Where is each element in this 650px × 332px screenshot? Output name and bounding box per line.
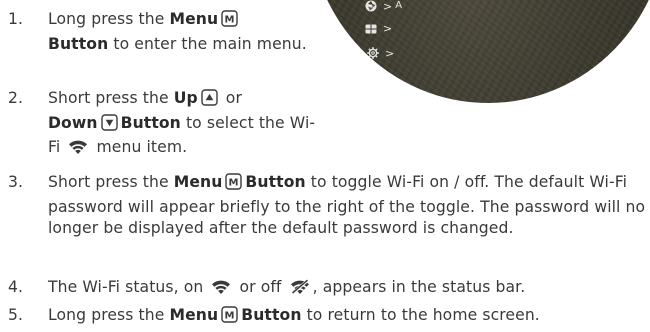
step-number: 5. (8, 306, 24, 324)
step-4: 4. The Wi-Fi status, on or off , appears… (8, 277, 648, 302)
menu-value: A (395, 0, 403, 11)
aperture-icon (365, 0, 377, 12)
menu-chevron: > (385, 46, 395, 60)
wifi-icon (68, 139, 88, 162)
svg-text:M: M (225, 311, 235, 322)
step-text: The Wi-Fi status, on or off , appears in… (48, 277, 648, 302)
up-button-icon (201, 89, 218, 113)
step-text: Long press the Menu M Button to enter the … (48, 10, 307, 53)
wifi-off-icon (290, 278, 310, 302)
step-number: 2. (8, 89, 24, 107)
menu-row-settings: > (367, 47, 394, 59)
svg-text:M: M (225, 15, 235, 26)
grid-icon (365, 24, 377, 34)
down-button-icon (100, 113, 118, 138)
step-number: 3. (8, 173, 24, 191)
step-2: 2. Short press the Up or Down Button to s… (8, 88, 318, 162)
menu-button-icon: M (221, 306, 238, 330)
menu-row-aperture: > A (365, 0, 402, 12)
svg-text:M: M (229, 178, 239, 189)
menu-button-icon: M (221, 10, 238, 34)
menu-row-grid: > (365, 23, 392, 34)
step-1: 1. Long press the Menu M Button to enter t… (8, 9, 308, 55)
wifi-icon (211, 279, 231, 302)
menu-button-icon: M (225, 173, 243, 197)
step-3: 3. Short press the Menu M Button to toggle… (8, 172, 648, 240)
device-screen-preview: > A > > (309, 0, 650, 103)
step-number: 1. (8, 10, 24, 28)
step-text: Short press the Up or Down Button to sele… (48, 88, 318, 162)
step-text: Long press the Menu M Button to return to … (48, 305, 648, 330)
step-5: 5. Long press the Menu M Button to return … (8, 305, 648, 330)
menu-chevron: > (383, 0, 393, 13)
settings-gear-icon (367, 47, 379, 59)
step-number: 4. (8, 278, 24, 296)
menu-chevron: > (383, 22, 393, 35)
step-text: Short press the Menu M Button to toggle Wi… (48, 173, 646, 237)
